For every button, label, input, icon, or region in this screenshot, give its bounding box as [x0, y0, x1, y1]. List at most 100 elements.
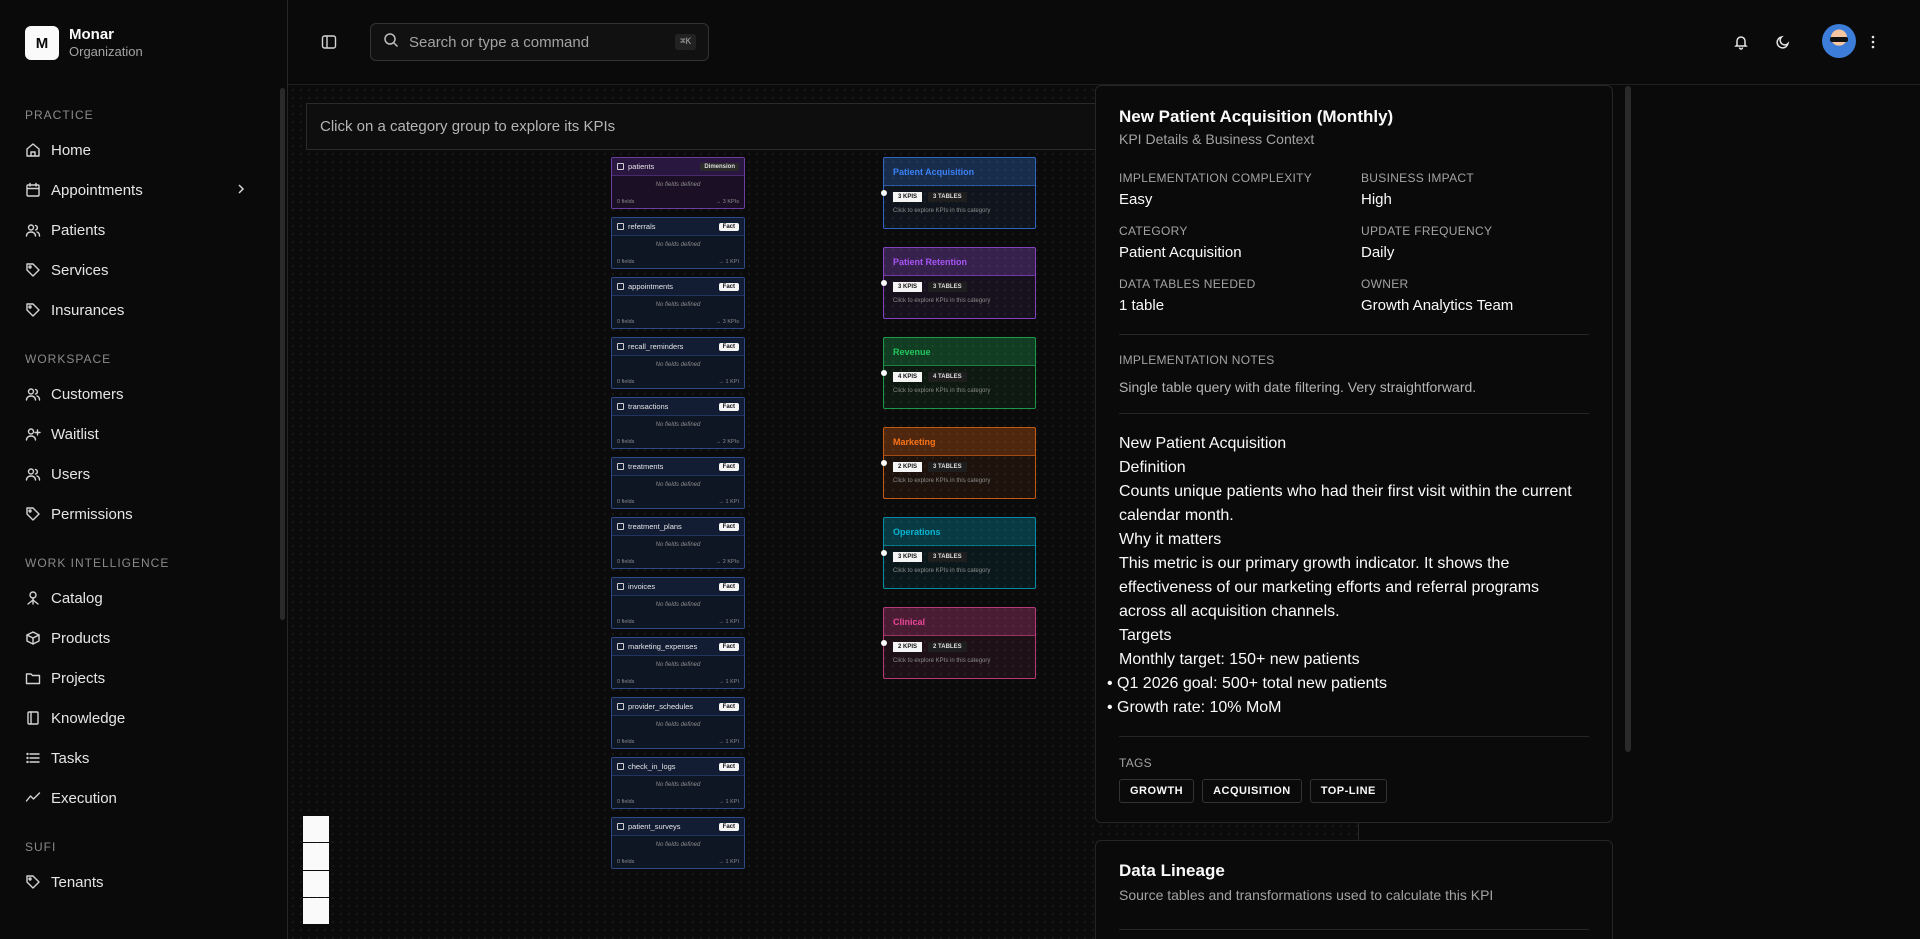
table-node-header: referrals Fact: [612, 218, 744, 236]
panel-scrollbar[interactable]: [1625, 86, 1631, 752]
kpi-count-chip: 3 KPIS: [893, 282, 923, 292]
field-count: 0 fields: [617, 499, 635, 505]
why-label: Why it matters: [1119, 531, 1222, 548]
table-count-chip: 2 TABLES: [928, 642, 967, 652]
table-node[interactable]: referrals Fact No fields defined 0 fields → …: [611, 217, 745, 269]
target-bullet: Q1 2026 goal: 500+ total new patients: [1107, 672, 1589, 696]
table-node-footer: 0 fields → 1 KPI: [617, 679, 739, 685]
tag[interactable]: ACQUISITION: [1202, 779, 1302, 803]
table-node[interactable]: patient_surveys Fact No fields defined 0 fi…: [611, 817, 745, 869]
sidebar-item-insurances[interactable]: Insurances: [0, 290, 287, 330]
category-hint: Click to explore KPIs in this category: [893, 658, 991, 664]
table-node[interactable]: treatment_plans Fact No fields defined 0 fi…: [611, 517, 745, 569]
kpi-details-panel: New Patient Acquisition (Monthly) KPI De…: [1095, 85, 1613, 823]
database-icon: [617, 343, 624, 350]
moon-icon[interactable]: [1773, 32, 1793, 52]
table-node[interactable]: marketing_expenses Fact No fields defined 0…: [611, 637, 745, 689]
table-node-header: treatments Fact: [612, 458, 744, 476]
category-group-node[interactable]: Clinical 2 KPIS 2 TABLES Click to explore K…: [881, 607, 1036, 679]
sidebar-item-services[interactable]: Services: [0, 250, 287, 290]
connection-handle[interactable]: [881, 280, 887, 286]
sidebar-item-label: Home: [51, 141, 92, 159]
sidebar-toggle-icon[interactable]: [321, 34, 337, 50]
database-icon: [617, 163, 624, 170]
table-node-header: check_in_logs Fact: [612, 758, 744, 776]
category-group-node[interactable]: Patient Retention 3 KPIS 3 TABLES Click to …: [881, 247, 1036, 319]
category-group-node[interactable]: Patient Acquisition 3 KPIS 3 TABLES Click t…: [881, 157, 1036, 229]
sidebar-item-tasks[interactable]: Tasks: [0, 738, 287, 778]
table-name: appointments: [628, 282, 674, 291]
sidebar-item-users[interactable]: Users: [0, 454, 287, 494]
sidebar-item-label: Users: [51, 465, 91, 483]
sidebar-item-patients[interactable]: Patients: [0, 210, 287, 250]
notes-label: IMPLEMENTATION NOTES: [1119, 353, 1275, 367]
complexity-field: IMPLEMENTATION COMPLEXITY Easy: [1119, 171, 1349, 208]
table-empty-note: No fields defined: [655, 602, 701, 608]
user-plus-icon: [25, 426, 41, 442]
sidebar-item-catalog[interactable]: Catalog: [0, 578, 287, 618]
sidebar-item-permissions[interactable]: Permissions: [0, 494, 287, 534]
connection-handle[interactable]: [881, 550, 887, 556]
table-node[interactable]: transactions Fact No fields defined 0 field…: [611, 397, 745, 449]
divider: [1119, 413, 1589, 414]
table-node-header: invoices Fact: [612, 578, 744, 596]
table-node[interactable]: appointments Fact No fields defined 0 field…: [611, 277, 745, 329]
sidebar-item-knowledge[interactable]: Knowledge: [0, 698, 287, 738]
fit-view-button[interactable]: [303, 870, 329, 897]
table-node[interactable]: treatments Fact No fields defined 0 fields →…: [611, 457, 745, 509]
definition-label: Definition: [1119, 459, 1186, 476]
connection-handle[interactable]: [881, 460, 887, 466]
field-value: Growth Analytics Team: [1361, 297, 1514, 314]
lineage-subtitle: Source tables and transformations used t…: [1119, 887, 1494, 903]
connection-handle[interactable]: [881, 640, 887, 646]
connection-handle[interactable]: [881, 370, 887, 376]
table-node[interactable]: check_in_logs Fact No fields defined 0 fiel…: [611, 757, 745, 809]
field-value: Daily: [1361, 244, 1395, 261]
kpi-count: → 3 KPIs: [715, 319, 739, 325]
sidebar-item-appointments[interactable]: Appointments: [0, 170, 287, 210]
field-value: High: [1361, 191, 1392, 208]
avatar[interactable]: [1822, 24, 1856, 58]
sidebar-item-waitlist[interactable]: Waitlist: [0, 414, 287, 454]
field-value: Patient Acquisition: [1119, 244, 1242, 261]
field-count: 0 fields: [617, 259, 635, 265]
database-icon: [617, 823, 624, 830]
table-node[interactable]: recall_reminders Fact No fields defined 0 f…: [611, 337, 745, 389]
kpi-count: → 1 KPI: [718, 679, 739, 685]
zoom-out-button[interactable]: [303, 843, 329, 870]
category-group-node[interactable]: Revenue 4 KPIS 4 TABLES Click to explore KP…: [881, 337, 1036, 409]
canvas-controls[interactable]: [303, 816, 329, 924]
sidebar-item-home[interactable]: Home: [0, 130, 287, 170]
search-input[interactable]: Search or type a command: [409, 34, 665, 51]
table-type-badge: Fact: [718, 642, 739, 651]
tag[interactable]: GROWTH: [1119, 779, 1195, 803]
category-group-node[interactable]: Marketing 2 KPIS 3 TABLES Click to explore …: [881, 427, 1036, 499]
table-node[interactable]: provider_schedules Fact No fields defined 0…: [611, 697, 745, 749]
sidebar-item-tenants[interactable]: Tenants: [0, 862, 287, 902]
sidebar-item-label: Patients: [51, 221, 106, 239]
category-group-node[interactable]: Operations 3 KPIS 3 TABLES Click to explore…: [881, 517, 1036, 589]
connection-handle[interactable]: [881, 190, 887, 196]
sidebar-item-projects[interactable]: Projects: [0, 658, 287, 698]
zoom-in-button[interactable]: [303, 816, 329, 843]
lineage-title: Data Lineage: [1119, 861, 1225, 880]
org-switcher[interactable]: M Monar Organization: [0, 0, 287, 84]
sidebar-item-execution[interactable]: Execution: [0, 778, 287, 818]
table-node-header: transactions Fact: [612, 398, 744, 416]
table-node[interactable]: invoices Fact No fields defined 0 fields → 1…: [611, 577, 745, 629]
category-stats: 3 KPIS 3 TABLES: [884, 552, 1035, 562]
more-vertical-icon[interactable]: [1863, 32, 1883, 52]
category-stats: 2 KPIS 2 TABLES: [884, 642, 1035, 652]
lock-button[interactable]: [303, 897, 329, 924]
bell-icon[interactable]: [1731, 32, 1751, 52]
database-icon: [617, 463, 624, 470]
sidebar-item-customers[interactable]: Customers: [0, 374, 287, 414]
divider: [1119, 736, 1589, 737]
tag[interactable]: TOP-LINE: [1309, 779, 1387, 803]
command-search[interactable]: Search or type a command ⌘K: [370, 23, 709, 61]
table-node-header: appointments Fact: [612, 278, 744, 296]
sidebar-item-products[interactable]: Products: [0, 618, 287, 658]
table-node[interactable]: patients Dimension No fields defined 0 fiel…: [611, 157, 745, 209]
table-empty-note: No fields defined: [655, 302, 701, 308]
table-name: check_in_logs: [628, 762, 676, 771]
